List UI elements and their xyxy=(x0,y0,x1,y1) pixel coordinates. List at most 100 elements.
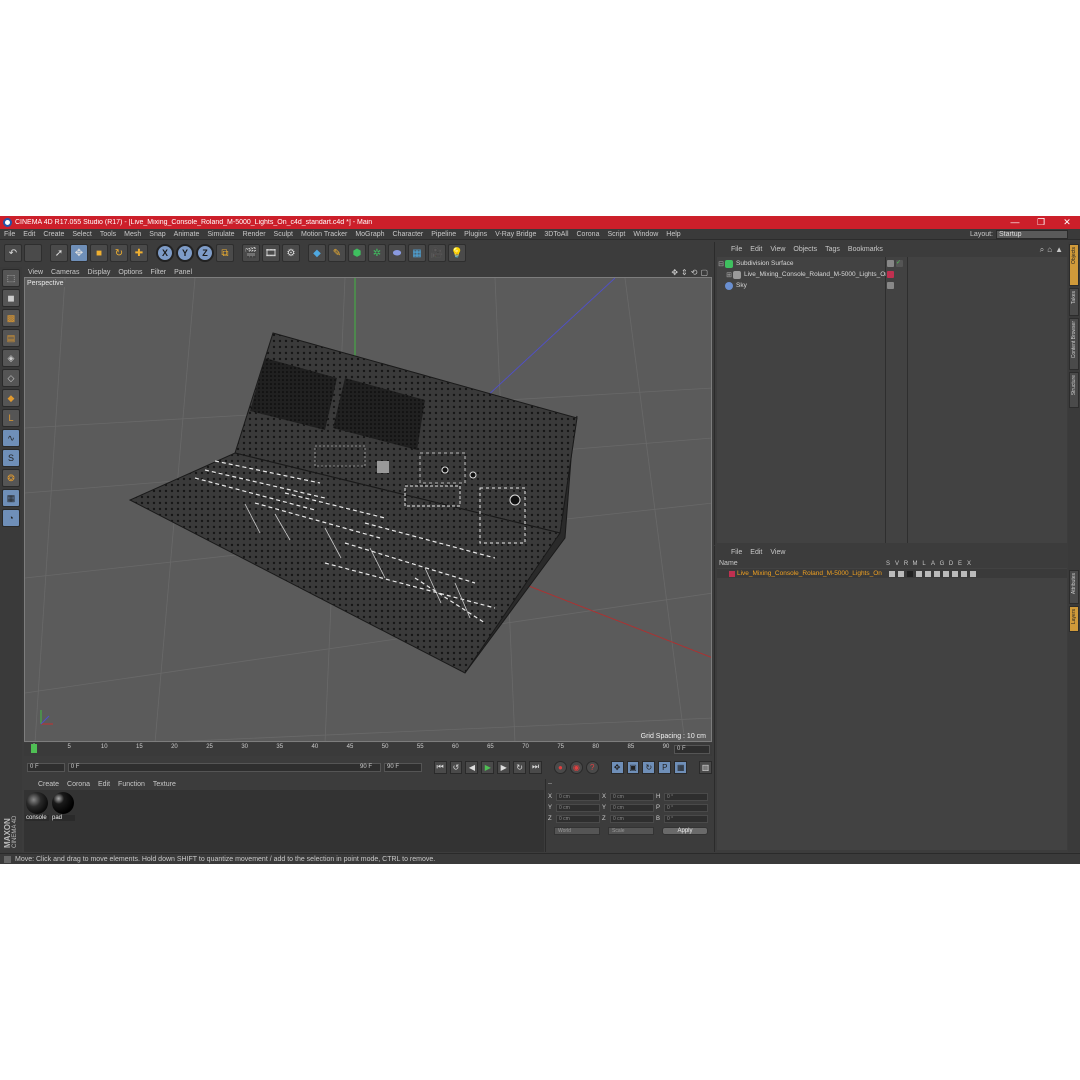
expand-icon[interactable]: ⊞ xyxy=(725,271,733,279)
viewport-menu-view[interactable]: View xyxy=(28,269,43,276)
om-menu-objects[interactable]: Objects xyxy=(793,246,817,253)
om-menu-file[interactable]: File xyxy=(731,246,742,253)
om-menu-edit[interactable]: Edit xyxy=(750,246,762,253)
locked-toggle-icon[interactable] xyxy=(925,570,931,577)
layer-color-swatch[interactable] xyxy=(729,570,735,577)
key-rotation-icon[interactable]: ↻ xyxy=(642,760,656,774)
om-menu-tags[interactable]: Tags xyxy=(825,246,840,253)
expressions-toggle-icon[interactable] xyxy=(961,570,967,577)
pan-icon[interactable]: ✥ xyxy=(671,268,678,277)
axis-mode-icon[interactable]: L xyxy=(2,409,20,427)
menu-sculpt[interactable]: Sculpt xyxy=(270,231,297,238)
position-z-field[interactable]: 0 cm xyxy=(556,815,600,823)
menu-animate[interactable]: Animate xyxy=(170,231,204,238)
om-menu-bookmarks[interactable]: Bookmarks xyxy=(848,246,883,253)
timeline-cursor[interactable] xyxy=(31,744,37,753)
go-to-start-icon[interactable]: ⏮ xyxy=(433,760,447,774)
layout-select[interactable]: Startup xyxy=(996,229,1068,239)
start-frame-field[interactable]: 0 F xyxy=(27,762,65,772)
lock-workplane-icon[interactable]: ◔ xyxy=(2,509,20,527)
y-axis-icon[interactable]: Y xyxy=(176,244,194,262)
polygons-mode-icon[interactable]: ◆ xyxy=(2,389,20,407)
xref-toggle-icon[interactable] xyxy=(970,570,976,577)
undo-icon[interactable]: ↶ xyxy=(4,244,22,262)
pen-icon[interactable]: ✎ xyxy=(328,244,346,262)
rotate-icon[interactable]: ↻ xyxy=(110,244,128,262)
solo-toggle-icon[interactable] xyxy=(889,570,895,577)
rotation-p-field[interactable]: 0 ° xyxy=(664,804,708,812)
menu-vray-bridge[interactable]: V-Ray Bridge xyxy=(491,231,540,238)
manager-toggle-icon[interactable] xyxy=(916,570,922,577)
perspective-viewport[interactable]: Perspective Grid Spacing : 10 cm xyxy=(24,277,712,742)
menu-simulate[interactable]: Simulate xyxy=(203,231,238,238)
minimize-button[interactable]: — xyxy=(1002,216,1028,229)
scale-icon[interactable]: ■ xyxy=(90,244,108,262)
viewport-menu-cameras[interactable]: Cameras xyxy=(51,269,79,276)
layer-flag-icon[interactable] xyxy=(887,282,894,289)
texture-mode-icon[interactable]: ▩ xyxy=(2,309,20,327)
move-icon[interactable]: ✥ xyxy=(70,244,88,262)
render-picture-viewer-icon[interactable]: 🎞 xyxy=(262,244,280,262)
size-mode-select[interactable]: Scale xyxy=(608,827,654,835)
menu-tools[interactable]: Tools xyxy=(96,231,120,238)
viewport-menu-panel[interactable]: Panel xyxy=(174,269,192,276)
previous-key-icon[interactable]: ↺ xyxy=(449,760,463,774)
zoom-icon[interactable]: ⇕ xyxy=(681,268,688,277)
object-row[interactable]: ⊞ Live_Mixing_Console_Roland_M-5000_Ligh… xyxy=(717,269,1067,280)
menu-create[interactable]: Create xyxy=(39,231,68,238)
menu-select[interactable]: Select xyxy=(68,231,95,238)
rotation-h-field[interactable]: 0 ° xyxy=(664,793,708,801)
record-keys-icon[interactable]: ● xyxy=(553,760,567,774)
visible-toggle-icon[interactable] xyxy=(898,570,904,577)
render-toggle-icon[interactable] xyxy=(907,570,913,577)
om-menu-view[interactable]: View xyxy=(770,246,785,253)
menu-window[interactable]: Window xyxy=(629,231,662,238)
apply-button[interactable]: Apply xyxy=(662,827,708,835)
menu-plugins[interactable]: Plugins xyxy=(460,231,491,238)
material-menu-texture[interactable]: Texture xyxy=(153,781,176,788)
material-swatch[interactable]: pad xyxy=(51,792,75,824)
render-view-icon[interactable]: 🎬 xyxy=(242,244,260,262)
tab-attributes[interactable]: Attributes xyxy=(1069,570,1079,604)
next-key-icon[interactable]: ↻ xyxy=(513,760,527,774)
menu-help[interactable]: Help xyxy=(662,231,684,238)
maximize-button[interactable]: ❐ xyxy=(1028,216,1054,229)
auto-key-icon[interactable]: ◉ xyxy=(569,760,583,774)
snap-icon[interactable]: S xyxy=(2,449,20,467)
position-y-field[interactable]: 0 cm xyxy=(556,804,600,812)
edges-mode-icon[interactable]: ◇ xyxy=(2,369,20,387)
menu-script[interactable]: Script xyxy=(603,231,629,238)
close-button[interactable]: ✕ xyxy=(1054,216,1080,229)
position-x-field[interactable]: 0 cm xyxy=(556,793,600,801)
menu-edit[interactable]: Edit xyxy=(19,231,39,238)
points-mode-icon[interactable]: ◈ xyxy=(2,349,20,367)
lm-menu-view[interactable]: View xyxy=(770,549,785,556)
previous-frame-icon[interactable]: ◀ xyxy=(465,760,479,774)
deformers-toggle-icon[interactable] xyxy=(952,570,958,577)
key-position-icon[interactable]: ✥ xyxy=(610,760,624,774)
lm-menu-file[interactable]: File xyxy=(731,549,742,556)
home-icon[interactable]: ⌂ xyxy=(1047,245,1052,255)
toggle-view-icon[interactable]: ▢ xyxy=(700,268,708,277)
menu-file[interactable]: File xyxy=(0,231,19,238)
menu-pipeline[interactable]: Pipeline xyxy=(427,231,460,238)
add-icon[interactable]: ✚ xyxy=(130,244,148,262)
menu-corona[interactable]: Corona xyxy=(573,231,604,238)
viewport-menu-display[interactable]: Display xyxy=(87,269,110,276)
object-row[interactable]: ⊟ Subdivision Surface ✓ xyxy=(717,258,1067,269)
tab-structure[interactable]: Structure xyxy=(1069,372,1079,408)
workplane-icon[interactable]: ▤ xyxy=(2,329,20,347)
keyframe-selection-icon[interactable]: ? xyxy=(585,760,599,774)
next-frame-icon[interactable]: ▶ xyxy=(497,760,511,774)
generators-toggle-icon[interactable] xyxy=(943,570,949,577)
tab-objects[interactable]: Objects xyxy=(1069,244,1079,286)
current-frame-field[interactable]: 0 F xyxy=(674,745,710,754)
play-icon[interactable]: ▶ xyxy=(481,760,495,774)
x-axis-icon[interactable]: X xyxy=(156,244,174,262)
tab-layers[interactable]: Layers xyxy=(1069,606,1079,632)
layer-row[interactable]: Live_Mixing_Console_Roland_M-5000_Lights… xyxy=(717,569,1067,578)
lm-menu-edit[interactable]: Edit xyxy=(750,549,762,556)
up-icon[interactable]: ▲ xyxy=(1055,245,1063,255)
tweak-mode-icon[interactable]: ∿ xyxy=(2,429,20,447)
end-frame-field[interactable]: 90 F xyxy=(384,762,422,772)
